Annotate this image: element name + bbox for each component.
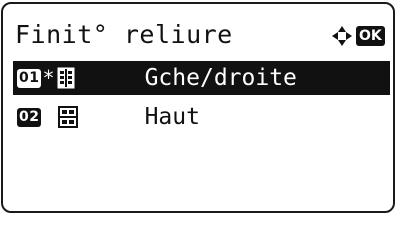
four-way-arrow-icon bbox=[331, 25, 353, 47]
option-label: Gche/droite bbox=[144, 65, 297, 91]
option-row-top[interactable]: 02 Haut bbox=[13, 100, 390, 134]
option-number-badge: 01 bbox=[17, 68, 42, 88]
current-setting-marker: * bbox=[42, 66, 55, 90]
option-number-badge: 02 bbox=[17, 107, 42, 127]
lcd-panel: Finit° reliure OK 01 * Gche/droite 02 Ha… bbox=[1, 2, 395, 213]
navigation-indicator: OK bbox=[331, 24, 385, 48]
top-binding-icon bbox=[57, 54, 140, 180]
option-label: Haut bbox=[144, 104, 200, 130]
ok-key-badge: OK bbox=[356, 26, 385, 46]
